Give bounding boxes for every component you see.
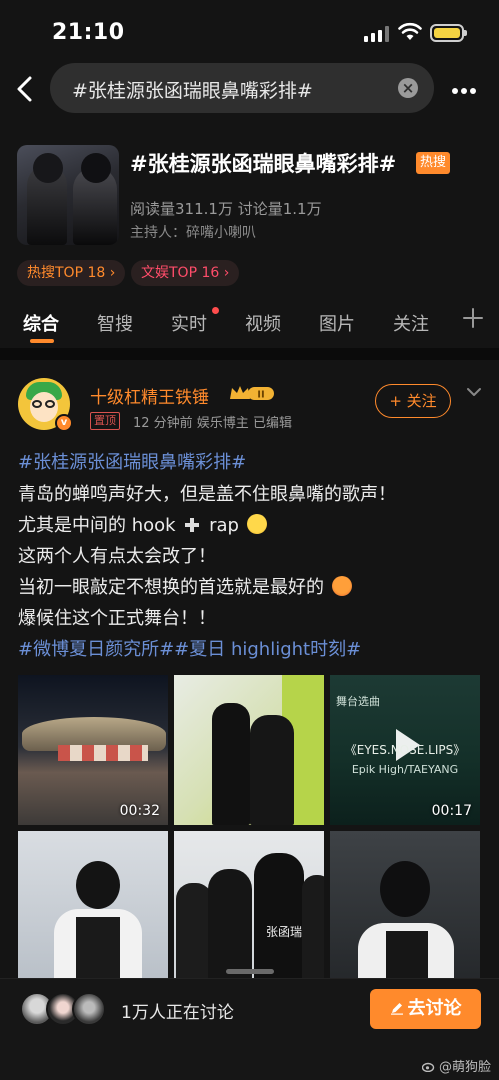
song-title: 《EYES.NOSE.LIPS》 bbox=[344, 743, 466, 757]
post-meta: 12 分钟前 娱乐博主 已编辑 bbox=[133, 416, 292, 431]
plus-emoji-icon bbox=[185, 518, 200, 532]
wifi-icon bbox=[398, 22, 422, 40]
hot-search-rank-chip[interactable]: 热搜TOP 18 › bbox=[17, 260, 126, 286]
level-badge-text: II bbox=[257, 390, 264, 401]
topic-stats: 阅读量311.1万 讨论量1.1万 bbox=[130, 200, 322, 218]
post-line: 爆候住这个正式舞台！！ bbox=[18, 608, 216, 629]
post-line: 尤其是中间的 hook rap bbox=[18, 511, 267, 537]
tab-video[interactable]: 视频 bbox=[245, 310, 281, 336]
crying-face-emoji-icon bbox=[246, 514, 267, 534]
watermark: @萌狗脸 bbox=[422, 1056, 491, 1075]
tab-bar: 综合 智搜 实时 视频 图片 关注 bbox=[0, 300, 499, 346]
media-image-5[interactable]: 张函瑞 bbox=[174, 831, 324, 981]
add-tab-icon[interactable] bbox=[462, 307, 484, 329]
post-line-text: 尤其是中间的 hook bbox=[18, 515, 176, 536]
drag-handle[interactable] bbox=[226, 969, 274, 974]
media-video-1[interactable]: 00:32 bbox=[18, 675, 168, 825]
go-discuss-label: 去讨论 bbox=[407, 998, 462, 1019]
topic-cover-image[interactable] bbox=[17, 145, 119, 245]
topic-host[interactable]: 主持人：碎嘴小喇叭 bbox=[130, 222, 256, 242]
realtime-new-dot bbox=[212, 307, 219, 314]
back-arrow-icon[interactable] bbox=[12, 74, 38, 104]
media-image-4[interactable] bbox=[18, 831, 168, 981]
discussing-count: 1万人正在讨论 bbox=[121, 1003, 234, 1023]
tab-following[interactable]: 关注 bbox=[393, 310, 429, 336]
post-hashtags[interactable]: #微博夏日颜究所##夏日 highlight时刻# bbox=[18, 635, 361, 661]
chevron-down-icon[interactable] bbox=[466, 386, 482, 398]
follow-button[interactable]: + 关注 bbox=[375, 384, 451, 418]
status-bar: 21:10 bbox=[0, 0, 499, 60]
crown-level-icon: II bbox=[230, 386, 274, 401]
hot-badge: 热搜 bbox=[416, 152, 451, 174]
cellular-signal-icon bbox=[364, 26, 389, 42]
entertainment-rank-chip[interactable]: 文娱TOP 16 › bbox=[131, 260, 240, 286]
verified-badge-icon: v bbox=[55, 414, 73, 432]
pinned-badge: 置顶 bbox=[90, 412, 120, 430]
post-line: 青岛的蝉鸣声好大，但是盖不住眼鼻嘴的歌声！ bbox=[18, 484, 396, 505]
search-query: #张桂源张函瑞眼鼻嘴彩排# bbox=[72, 80, 313, 102]
clear-icon[interactable]: × bbox=[398, 78, 418, 98]
go-discuss-button[interactable]: 去讨论 bbox=[370, 989, 481, 1029]
shirt-name-text: 张函瑞 bbox=[266, 925, 303, 939]
post-line: 当初一眼敲定不想换的首选就是最好的 bbox=[18, 573, 352, 599]
video-duration: 00:17 bbox=[431, 803, 472, 819]
watermark-text: @萌狗脸 bbox=[439, 1060, 492, 1075]
tab-realtime[interactable]: 实时 bbox=[171, 310, 207, 336]
participant-avatar bbox=[72, 992, 106, 1026]
post-line: 这两个人有点太会改了！ bbox=[18, 546, 216, 567]
battery-icon bbox=[430, 24, 467, 42]
song-artist: Epik High/TAEYANG bbox=[351, 763, 459, 776]
post-line-text: rap bbox=[209, 515, 239, 536]
tab-comprehensive[interactable]: 综合 bbox=[23, 310, 59, 336]
pen-icon bbox=[390, 1003, 403, 1015]
post-line-text: 当初一眼敲定不想换的首选就是最好的 bbox=[18, 577, 324, 598]
stage-song-label: 舞台选曲 bbox=[336, 695, 380, 708]
active-tab-indicator bbox=[30, 339, 54, 343]
search-input[interactable]: #张桂源张函瑞眼鼻嘴彩排# × bbox=[50, 63, 434, 113]
media-image-6[interactable] bbox=[330, 831, 480, 981]
media-image-2[interactable] bbox=[174, 675, 324, 825]
section-divider bbox=[0, 348, 499, 360]
tab-images[interactable]: 图片 bbox=[319, 310, 355, 336]
more-options-icon[interactable] bbox=[452, 79, 482, 99]
topic-title: #张桂源张函瑞眼鼻嘴彩排# bbox=[130, 152, 397, 176]
media-video-3[interactable]: 舞台选曲 《EYES.NOSE.LIPS》 Epik High/TAEYANG … bbox=[330, 675, 480, 825]
weibo-logo-icon bbox=[422, 1062, 435, 1072]
video-duration: 00:32 bbox=[119, 803, 160, 819]
author-name[interactable]: 十级杠精王铁锤 bbox=[90, 383, 209, 408]
status-time: 21:10 bbox=[52, 20, 125, 45]
post-hashtag[interactable]: #张桂源张函瑞眼鼻嘴彩排# bbox=[18, 448, 246, 474]
tab-smart-search[interactable]: 智搜 bbox=[97, 310, 133, 336]
smiling-hearts-emoji-icon bbox=[331, 576, 352, 596]
